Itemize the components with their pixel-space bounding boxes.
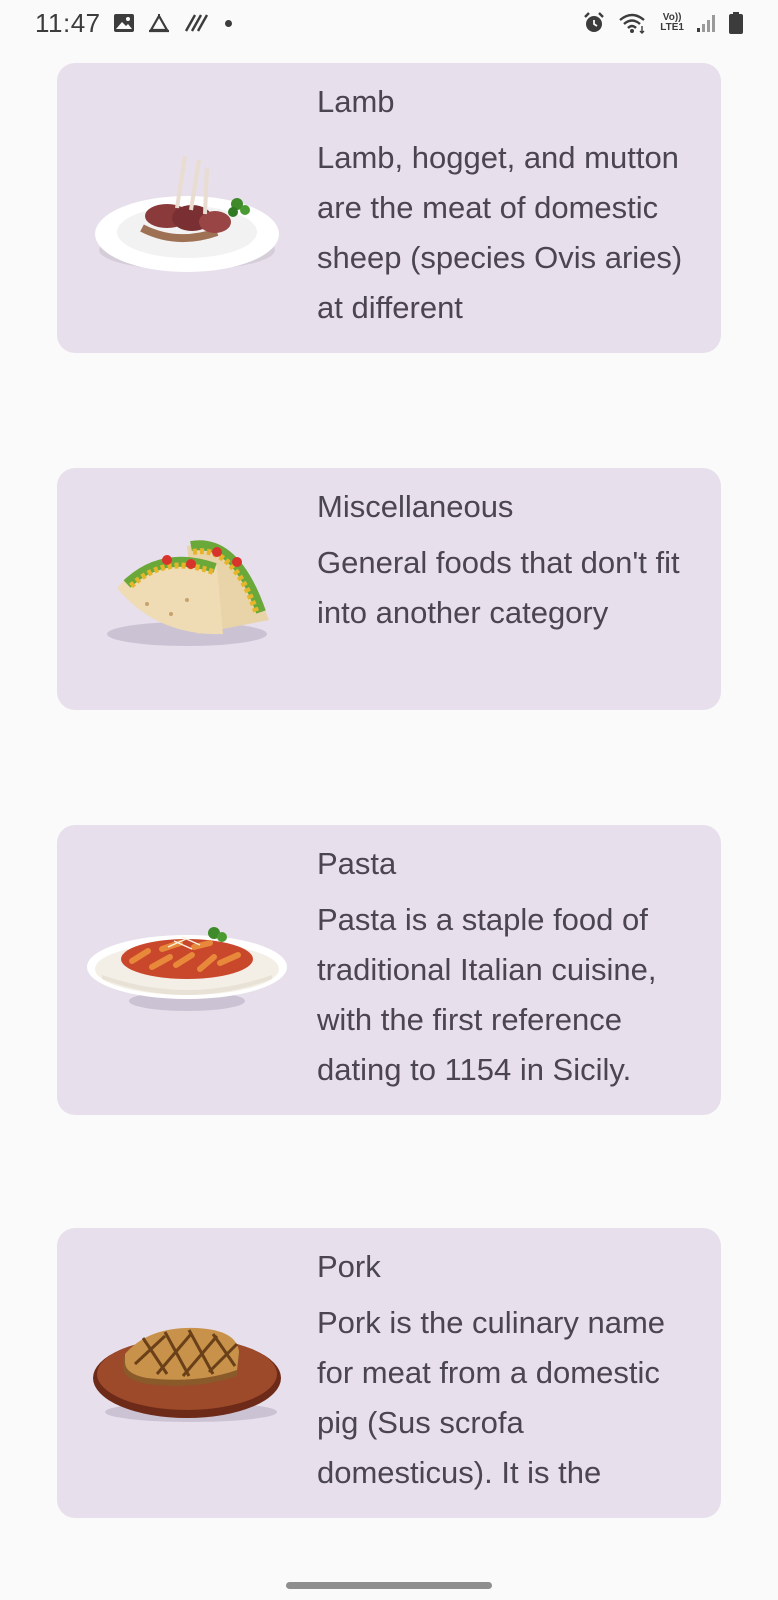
battery-icon	[728, 11, 744, 35]
notification-bell-icon	[147, 12, 171, 34]
card-description: Lamb, hogget, and mutton are the meat of…	[317, 140, 683, 325]
volte-icon: Vo)) LTE1	[660, 13, 684, 33]
pasta-plate-icon	[87, 927, 287, 1011]
category-card-pasta[interactable]: Pasta Pasta is a staple food of traditio…	[57, 825, 721, 1115]
screen: 11:47 Vo)) LTE1 Lamb Lamb, hogget, and m…	[0, 0, 778, 1600]
pork-chop-board-icon	[93, 1327, 281, 1422]
card-title: Pork	[317, 1249, 381, 1284]
status-time: 11:47	[35, 7, 101, 38]
card-image-area	[57, 468, 317, 710]
lamb-chops-plate-icon	[95, 155, 279, 272]
status-left: 11:47	[35, 8, 232, 39]
signal-icon	[696, 13, 716, 33]
card-description: Pork is the culinary name for meat from …	[317, 1305, 666, 1490]
home-indicator[interactable]	[286, 1582, 492, 1589]
card-title: Miscellaneous	[317, 489, 514, 524]
tacos-icon	[107, 540, 269, 646]
card-image-area	[57, 825, 317, 1115]
card-description: General foods that don't fit into anothe…	[317, 545, 680, 630]
status-right: Vo)) LTE1	[582, 11, 744, 35]
stripes-icon	[183, 12, 209, 34]
card-text: Pasta Pasta is a staple food of traditio…	[317, 825, 721, 1115]
wifi-icon	[618, 12, 648, 34]
card-text: Lamb Lamb, hogget, and mutton are the me…	[317, 63, 721, 353]
status-bar: 11:47 Vo)) LTE1	[0, 0, 778, 46]
card-description: Pasta is a staple food of traditional It…	[317, 902, 657, 1087]
card-title: Lamb	[317, 84, 395, 119]
gallery-icon	[113, 13, 135, 33]
card-image-area	[57, 1228, 317, 1518]
card-text: Miscellaneous General foods that don't f…	[317, 468, 721, 710]
card-title: Pasta	[317, 846, 397, 881]
alarm-icon	[582, 11, 606, 35]
category-card-lamb[interactable]: Lamb Lamb, hogget, and mutton are the me…	[57, 63, 721, 353]
category-card-miscellaneous[interactable]: Miscellaneous General foods that don't f…	[57, 468, 721, 710]
notification-dot-icon	[224, 19, 232, 27]
card-text: Pork Pork is the culinary name for meat …	[317, 1228, 721, 1518]
category-card-pork[interactable]: Pork Pork is the culinary name for meat …	[57, 1228, 721, 1518]
lte-label: LTE1	[660, 22, 684, 33]
card-image-area	[57, 63, 317, 353]
